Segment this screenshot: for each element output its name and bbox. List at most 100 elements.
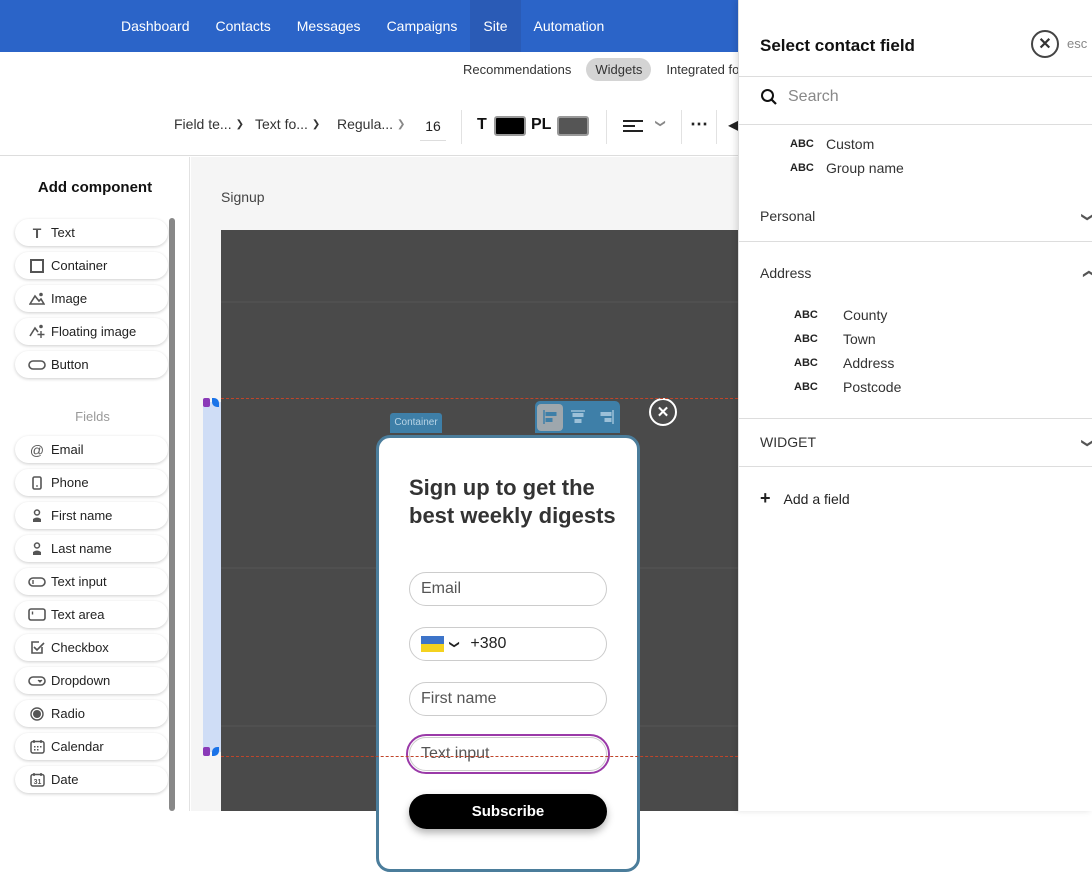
font-size-input[interactable]: 16: [420, 118, 446, 141]
selection-handle-top[interactable]: [212, 398, 219, 407]
divider: [681, 110, 682, 144]
chevron-down-icon: ❯: [397, 118, 406, 130]
signup-widget[interactable]: Sign up to get the best weekly digests E…: [376, 435, 640, 872]
field-option-label: Address: [843, 355, 895, 371]
text-color-label: T: [477, 116, 487, 133]
tab-integrated-forms[interactable]: Integrated fo: [657, 58, 748, 81]
field-option-custom[interactable]: ABC Custom: [790, 136, 874, 152]
field-dropdown[interactable]: Dropdown: [15, 667, 168, 694]
component-label: Floating image: [51, 324, 137, 339]
tab-widgets[interactable]: Widgets: [586, 58, 652, 81]
close-widget-icon[interactable]: ✕: [649, 398, 677, 426]
align-center-icon[interactable]: [565, 404, 591, 431]
field-option-label: Custom: [826, 136, 875, 152]
first-name-placeholder: First name: [421, 690, 497, 707]
nav-contacts[interactable]: Contacts: [203, 0, 284, 52]
selection-range-bar[interactable]: [203, 402, 221, 752]
text-input-icon: [27, 576, 47, 587]
text-format-dropdown[interactable]: Text fo... ❯: [255, 116, 320, 132]
search-input[interactable]: Search: [760, 88, 839, 106]
add-field-button[interactable]: + Add a field: [760, 488, 850, 509]
chevron-up-icon[interactable]: ❯: [1081, 269, 1092, 279]
divider: [461, 110, 462, 144]
align-left-icon[interactable]: [623, 118, 645, 139]
field-option-label: Group name: [826, 160, 904, 176]
divider: [716, 110, 717, 144]
component-image[interactable]: Image: [15, 285, 168, 312]
divider: [739, 241, 1092, 242]
chevron-down-icon: ❯: [311, 118, 321, 130]
field-option-town[interactable]: ABC Town: [794, 331, 876, 347]
container-tag[interactable]: Container: [390, 413, 442, 433]
field-last-name[interactable]: Last name: [15, 535, 168, 562]
text-color-swatch[interactable]: [494, 116, 526, 136]
text-area-icon: [27, 608, 47, 621]
divider: [606, 110, 607, 144]
tab-recommendations[interactable]: Recommendations: [454, 58, 580, 81]
component-list-scrollbar[interactable]: [169, 218, 175, 811]
text-input-field[interactable]: Text input: [406, 734, 610, 774]
font-weight-dropdown[interactable]: Regula... ❯: [337, 116, 405, 132]
phone-field[interactable]: ❯ +380: [409, 627, 607, 661]
chevron-down-icon[interactable]: ❯: [655, 119, 666, 127]
first-name-field[interactable]: First name: [409, 682, 607, 716]
align-right-icon[interactable]: [594, 404, 620, 431]
widget-heading[interactable]: Sign up to get the best weekly digests: [409, 474, 619, 530]
guide-line-bottom: [221, 756, 738, 757]
email-field[interactable]: Email: [409, 572, 607, 606]
nav-dashboard[interactable]: Dashboard: [108, 0, 203, 52]
section-personal[interactable]: Personal: [760, 208, 815, 224]
component-floating-image[interactable]: Floating image: [15, 318, 168, 345]
at-icon: @: [29, 441, 45, 458]
nav-site[interactable]: Site: [470, 0, 521, 52]
text-input-placeholder: Text input: [421, 745, 490, 762]
field-calendar[interactable]: Calendar: [15, 733, 168, 760]
component-container[interactable]: Container: [15, 252, 168, 279]
section-widget[interactable]: WIDGET: [760, 434, 816, 450]
text-format-value: Text fo...: [255, 116, 308, 132]
field-type-value: Field te...: [174, 116, 232, 132]
field-checkbox[interactable]: Checkbox: [15, 634, 168, 661]
component-button[interactable]: Button: [15, 351, 168, 378]
nav-campaigns[interactable]: Campaigns: [374, 0, 471, 52]
field-phone[interactable]: Phone: [15, 469, 168, 496]
row-divider: [221, 301, 738, 303]
nav-messages[interactable]: Messages: [284, 0, 374, 52]
field-date[interactable]: 31 Date: [15, 766, 168, 793]
subscribe-button[interactable]: Subscribe: [409, 794, 607, 829]
field-option-county[interactable]: ABC County: [794, 307, 887, 323]
chevron-down-icon[interactable]: ❯: [1081, 212, 1092, 222]
divider: [739, 418, 1092, 419]
selection-handle-bottom[interactable]: [203, 747, 210, 756]
field-text-input[interactable]: Text input: [15, 568, 168, 595]
field-type-dropdown[interactable]: Field te... ❯: [174, 116, 244, 132]
selection-handle-bottom[interactable]: [212, 747, 219, 756]
close-icon[interactable]: ✕: [1031, 30, 1059, 58]
chevron-down-icon[interactable]: ❯: [449, 640, 460, 648]
selection-handle-top[interactable]: [203, 398, 210, 407]
field-radio[interactable]: Radio: [15, 700, 168, 727]
radio-icon: [27, 706, 47, 721]
checkbox-icon: [27, 640, 47, 655]
placeholder-color-swatch[interactable]: [557, 116, 589, 136]
more-icon[interactable]: ⋯: [690, 114, 708, 135]
field-first-name[interactable]: First name: [15, 502, 168, 529]
text-type-icon: ABC: [794, 309, 818, 321]
component-text[interactable]: T Text: [15, 219, 168, 246]
field-email[interactable]: @ Email: [15, 436, 168, 463]
field-label: Calendar: [51, 739, 104, 754]
ukraine-flag-icon: [421, 636, 444, 652]
field-option-address[interactable]: ABC Address: [794, 355, 894, 371]
field-option-postcode[interactable]: ABC Postcode: [794, 379, 901, 395]
text-type-icon: ABC: [794, 381, 818, 393]
align-left-icon[interactable]: [537, 403, 564, 431]
section-address[interactable]: Address: [760, 265, 811, 281]
select-contact-field-panel: Select contact field ✕ esc Search ABC Cu…: [738, 0, 1092, 811]
field-option-group-name[interactable]: ABC Group name: [790, 160, 904, 176]
field-label: Dropdown: [51, 673, 111, 688]
nav-automation[interactable]: Automation: [521, 0, 618, 52]
component-label: Image: [51, 291, 88, 306]
field-text-area[interactable]: Text area: [15, 601, 168, 628]
esc-hint: esc: [1067, 36, 1088, 51]
chevron-down-icon[interactable]: ❯: [1081, 438, 1092, 448]
